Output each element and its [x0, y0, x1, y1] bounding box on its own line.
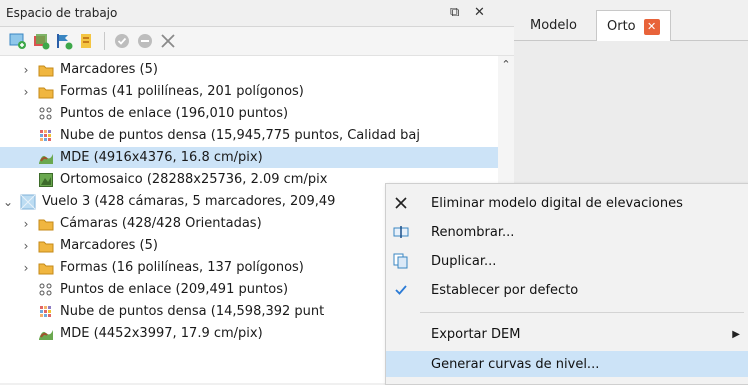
tree-row-mde-selected[interactable]: MDE (4916x4376, 16.8 cm/pix) [0, 147, 514, 168]
tree-row-label: MDE (4452x3997, 17.9 cm/pix) [60, 326, 263, 341]
expand-arrow-icon[interactable]: › [20, 239, 32, 253]
tree-row-nube-densa[interactable]: Nube de puntos densa (15,945,775 puntos,… [0, 125, 514, 146]
add-markers-icon[interactable] [54, 31, 74, 51]
context-menu: Eliminar modelo digital de elevaciones R… [385, 183, 748, 385]
tree-row-label: Puntos de enlace (209,491 puntos) [60, 282, 289, 297]
add-photos-icon[interactable] [31, 31, 51, 51]
menu-item-delete[interactable]: Eliminar modelo digital de elevaciones [386, 190, 748, 216]
menu-item-export-dem[interactable]: Exportar DEM ▶ [386, 321, 748, 347]
close-panel-icon[interactable]: ✕ [474, 5, 485, 20]
tie-points-icon [38, 282, 54, 298]
tab-label: Modelo [530, 17, 577, 33]
expand-arrow-icon[interactable]: › [20, 217, 32, 231]
expand-arrow-icon[interactable]: › [20, 63, 32, 77]
menu-item-generate-contours[interactable]: Generar curvas de nivel... [386, 351, 748, 377]
tree-row-label: Nube de puntos densa (14,598,392 punt [60, 304, 325, 319]
menu-item-label: Eliminar modelo digital de elevaciones [431, 195, 683, 211]
view-tabs: Modelo Orto ✕ [514, 0, 748, 42]
expand-arrow-icon[interactable]: › [20, 85, 32, 99]
workspace-title: Espacio de trabajo [6, 6, 118, 20]
close-icon [386, 196, 416, 210]
folder-icon [38, 216, 54, 232]
tree-row-label: Vuelo 3 (428 cámaras, 5 marcadores, 209,… [42, 194, 336, 209]
workspace-toolbar [0, 27, 514, 56]
scroll-up-icon[interactable]: ⌃ [498, 58, 514, 71]
folder-icon [38, 84, 54, 100]
enable-icon[interactable] [112, 31, 132, 51]
tree-row-label: Puntos de enlace (196,010 puntos) [60, 106, 289, 121]
menu-item-label: Exportar DEM [431, 326, 521, 342]
tree-row-marcadores[interactable]: › Marcadores (5) [0, 59, 514, 80]
menu-item-label: Renombrar... [431, 224, 515, 240]
tree-row-label: Cámaras (428/428 Orientadas) [60, 216, 262, 231]
tab-label: Orto [607, 19, 636, 34]
float-panel-icon[interactable]: ⧉ [450, 5, 459, 20]
tree-row-label: MDE (4916x4376, 16.8 cm/pix) [60, 150, 263, 165]
dense-cloud-icon [38, 304, 54, 320]
submenu-arrow-icon: ▶ [732, 328, 740, 340]
tree-row-formas[interactable]: › Formas (41 polilíneas, 201 polígonos) [0, 81, 514, 102]
import-icon[interactable] [77, 31, 97, 51]
folder-icon [38, 238, 54, 254]
disable-icon[interactable] [135, 31, 155, 51]
workspace-header: Espacio de trabajo ⧉ ✕ [0, 0, 514, 27]
tree-row-label: Formas (41 polilíneas, 201 polígonos) [60, 84, 304, 99]
toolbar-separator [104, 32, 105, 50]
tree-row-label: Marcadores (5) [60, 238, 158, 253]
dense-cloud-icon [38, 128, 54, 144]
collapse-arrow-icon[interactable]: ⌄ [2, 195, 14, 209]
menu-item-rename[interactable]: Renombrar... [386, 219, 748, 245]
remove-icon[interactable] [158, 31, 178, 51]
duplicate-icon [386, 253, 416, 269]
close-tab-icon[interactable]: ✕ [643, 18, 660, 35]
rename-icon [386, 225, 416, 239]
tab-modelo[interactable]: Modelo [520, 10, 587, 40]
tree-row-label: Ortomosaico (28288x25736, 2.09 cm/pix [60, 172, 328, 187]
tree-row-label: Formas (16 polilíneas, 137 polígonos) [60, 260, 304, 275]
folder-icon [38, 62, 54, 78]
tree-row-label: Marcadores (5) [60, 62, 158, 77]
tab-orto[interactable]: Orto ✕ [596, 10, 671, 42]
menu-item-label: Duplicar... [431, 253, 497, 269]
add-chunk-icon[interactable] [8, 31, 28, 51]
tree-row-label: Nube de puntos densa (15,945,775 puntos,… [60, 128, 420, 143]
tie-points-icon [38, 106, 54, 122]
menu-separator [420, 312, 744, 313]
checkmark-icon [386, 283, 416, 297]
tree-row-puntos-enlace[interactable]: Puntos de enlace (196,010 puntos) [0, 103, 514, 124]
dem-icon [38, 326, 54, 342]
menu-item-label: Establecer por defecto [431, 282, 579, 298]
menu-item-duplicate[interactable]: Duplicar... [386, 248, 748, 274]
dem-icon [38, 150, 54, 166]
expand-arrow-icon[interactable]: › [20, 261, 32, 275]
folder-icon [38, 260, 54, 276]
orthomosaic-icon [38, 172, 54, 188]
menu-item-label: Generar curvas de nivel... [431, 356, 600, 372]
chunk-icon [20, 194, 36, 210]
menu-item-set-default[interactable]: Establecer por defecto [386, 277, 748, 303]
